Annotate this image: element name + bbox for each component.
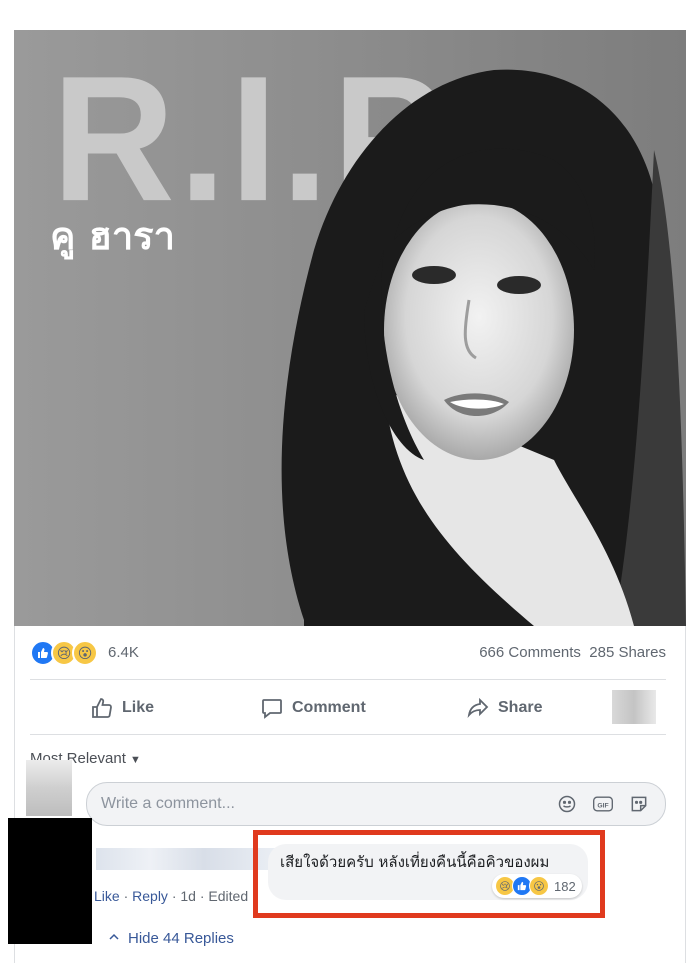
comment-share-counts[interactable]: 666 Comments 285 Shares <box>479 644 666 661</box>
svg-text:GIF: GIF <box>597 802 608 809</box>
sticker-icon[interactable] <box>627 792 651 816</box>
reaction-icons[interactable]: 😢 😮 <box>30 640 98 666</box>
comment-time[interactable]: 1d <box>180 888 196 904</box>
share-button[interactable]: Share <box>466 696 542 720</box>
gif-icon[interactable]: GIF <box>591 792 615 816</box>
reactions-summary[interactable]: 😢 😮 6.4K 666 Comments 285 Shares <box>30 640 670 670</box>
commenter-name-redacted[interactable] <box>96 848 276 870</box>
emoji-icon[interactable] <box>555 792 579 816</box>
wow-icon: 😮 <box>72 640 98 666</box>
like-button[interactable]: Like <box>90 696 154 720</box>
shares-count[interactable]: 285 Shares <box>589 644 666 661</box>
post-actions: Like Comment Share <box>30 690 670 726</box>
share-icon <box>467 697 489 719</box>
comment-reply-link[interactable]: Reply <box>132 888 168 904</box>
current-user-avatar[interactable] <box>26 760 72 816</box>
comment-button[interactable]: Comment <box>260 696 366 720</box>
comment-edited[interactable]: Edited <box>208 888 248 904</box>
chevron-up-icon <box>108 930 120 947</box>
comment-input-box[interactable]: GIF <box>86 782 666 826</box>
input-icons: GIF <box>555 792 651 816</box>
comment-input[interactable] <box>99 792 523 816</box>
comment-meta: Like · Reply · 1d · Edited <box>94 888 249 904</box>
share-label: Share <box>498 699 543 716</box>
hide-replies-label: Hide 44 Replies <box>128 930 234 947</box>
caret-down-icon: ▼ <box>130 754 141 766</box>
reaction-count[interactable]: 6.4K <box>108 644 139 661</box>
highlight-box <box>253 830 605 918</box>
hide-replies-link[interactable]: Hide 44 Replies <box>108 930 234 947</box>
divider <box>30 734 666 735</box>
redacted-avatar <box>8 818 92 944</box>
comments-count[interactable]: 666 Comments <box>479 644 581 661</box>
like-label: Like <box>122 699 155 716</box>
viewer-avatar[interactable] <box>612 690 656 724</box>
portrait-photo <box>281 69 686 626</box>
comment-icon <box>262 699 282 719</box>
comment-label: Comment <box>292 699 366 716</box>
post-image[interactable]: R.I.P. คู ฮารา <box>14 30 686 626</box>
thumbs-up-icon <box>92 698 112 718</box>
comment-like-link[interactable]: Like <box>94 888 120 904</box>
divider <box>30 679 666 680</box>
